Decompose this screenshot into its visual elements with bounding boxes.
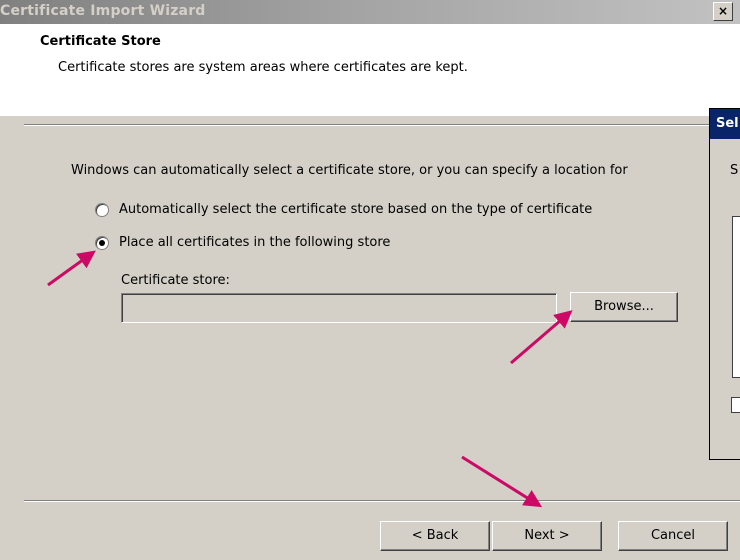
option-automatic-store[interactable]: Automatically select the certificate sto…: [95, 202, 592, 217]
close-button[interactable]: ×: [713, 2, 733, 21]
browse-button[interactable]: Browse...: [570, 292, 678, 322]
background-dialog-list: [732, 216, 740, 378]
next-button[interactable]: Next >: [492, 521, 602, 551]
back-button[interactable]: < Back: [380, 521, 490, 551]
background-select-store-dialog: Sel S: [709, 108, 740, 460]
title-bar: Certificate Import Wizard ×: [0, 0, 740, 24]
instruction-text: Windows can automatically select a certi…: [71, 163, 628, 178]
window-title: Certificate Import Wizard: [0, 3, 206, 19]
certificate-import-wizard-window: Certificate Import Wizard × Certificate …: [0, 0, 740, 560]
background-dialog-title: Sel: [710, 109, 740, 139]
cancel-button[interactable]: Cancel: [618, 521, 728, 551]
certificate-store-label: Certificate store:: [121, 273, 230, 288]
option-specified-store[interactable]: Place all certificates in the following …: [95, 235, 390, 250]
background-dialog-checkbox: [731, 397, 740, 413]
close-icon: ×: [717, 4, 729, 18]
arrow-to-radio-icon: [47, 250, 96, 287]
page-title: Certificate Store: [40, 34, 161, 49]
footer-divider: [24, 500, 740, 502]
page-subtitle: Certificate stores are system areas wher…: [58, 60, 468, 75]
option-place-all-label: Place all certificates in the following …: [119, 235, 391, 250]
certificate-store-field: [121, 293, 557, 323]
header-divider: [24, 124, 740, 126]
radio-automatic[interactable]: [95, 202, 109, 217]
option-automatic-label: Automatically select the certificate sto…: [119, 202, 593, 217]
radio-place-all[interactable]: [95, 235, 109, 250]
arrow-to-next-icon: [461, 455, 543, 508]
background-dialog-text: S: [730, 163, 739, 178]
